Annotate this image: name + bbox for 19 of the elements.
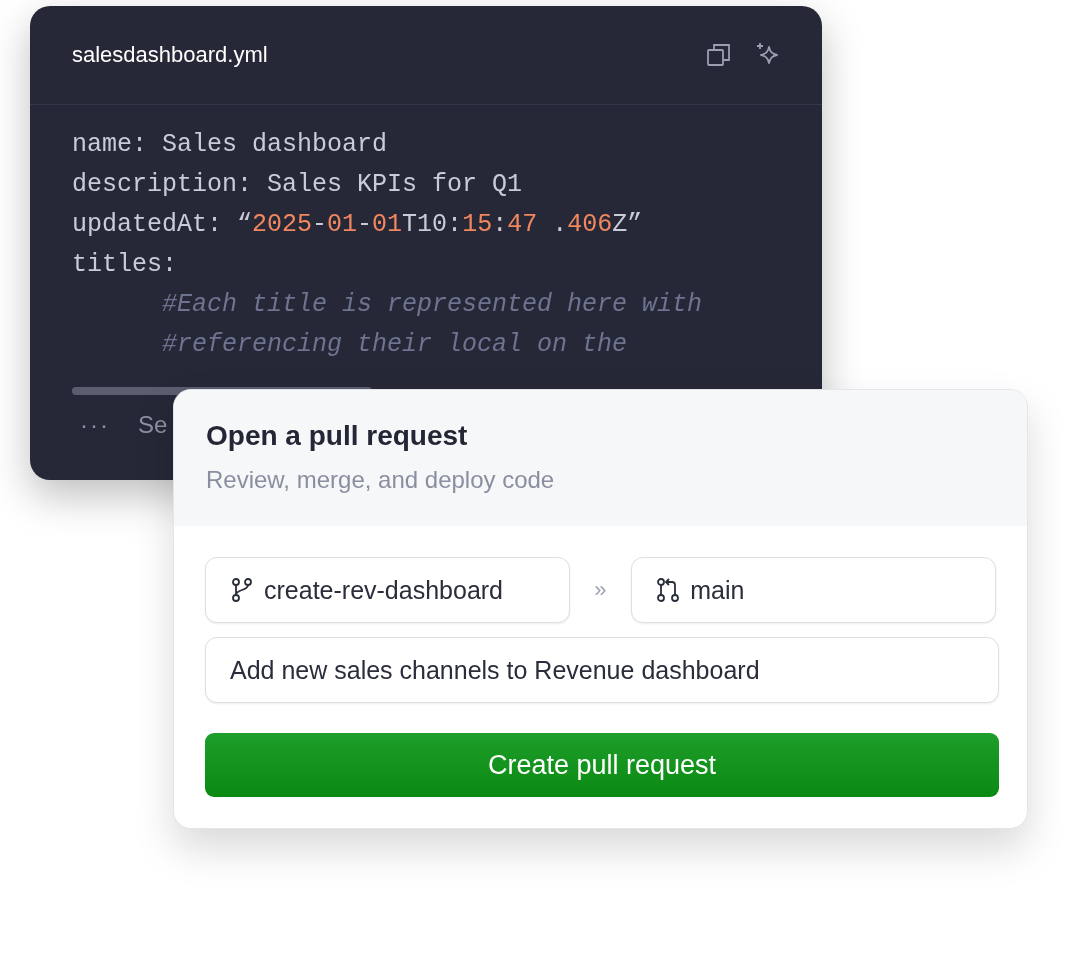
pull-request-icon <box>656 577 681 603</box>
footer-label: Se <box>138 411 168 439</box>
code-line: titles: <box>72 249 179 281</box>
dialog-subtitle: Review, merge, and deploy code <box>206 466 556 494</box>
copy-icon[interactable] <box>706 42 732 68</box>
code-line: #Each title is represented here with <box>161 289 704 321</box>
code-line: #referencing their local on the <box>161 329 629 361</box>
code-line: name: Sales dashboard <box>72 129 389 161</box>
title-input-field[interactable]: Add new sales channels to Revenue dashboard <box>205 637 999 703</box>
chevrons-icon: » <box>569 577 632 603</box>
code-line: description: Sales KPIs for Q1 <box>72 169 524 201</box>
branch-icon <box>230 577 254 603</box>
create-pull-request-button[interactable]: Create pull request <box>205 733 999 797</box>
more-dots[interactable]: ··· <box>80 411 110 439</box>
branch-selector[interactable]: create-rev-dashboard <box>205 557 570 623</box>
dialog-title: Open a pull request <box>206 420 469 452</box>
code-line: updatedAt: “2025-01-01T10:15:47 .406Z” <box>72 209 644 241</box>
base-branch-selector[interactable]: main <box>631 557 996 623</box>
file-name: salesdashboard.yml <box>72 42 268 68</box>
